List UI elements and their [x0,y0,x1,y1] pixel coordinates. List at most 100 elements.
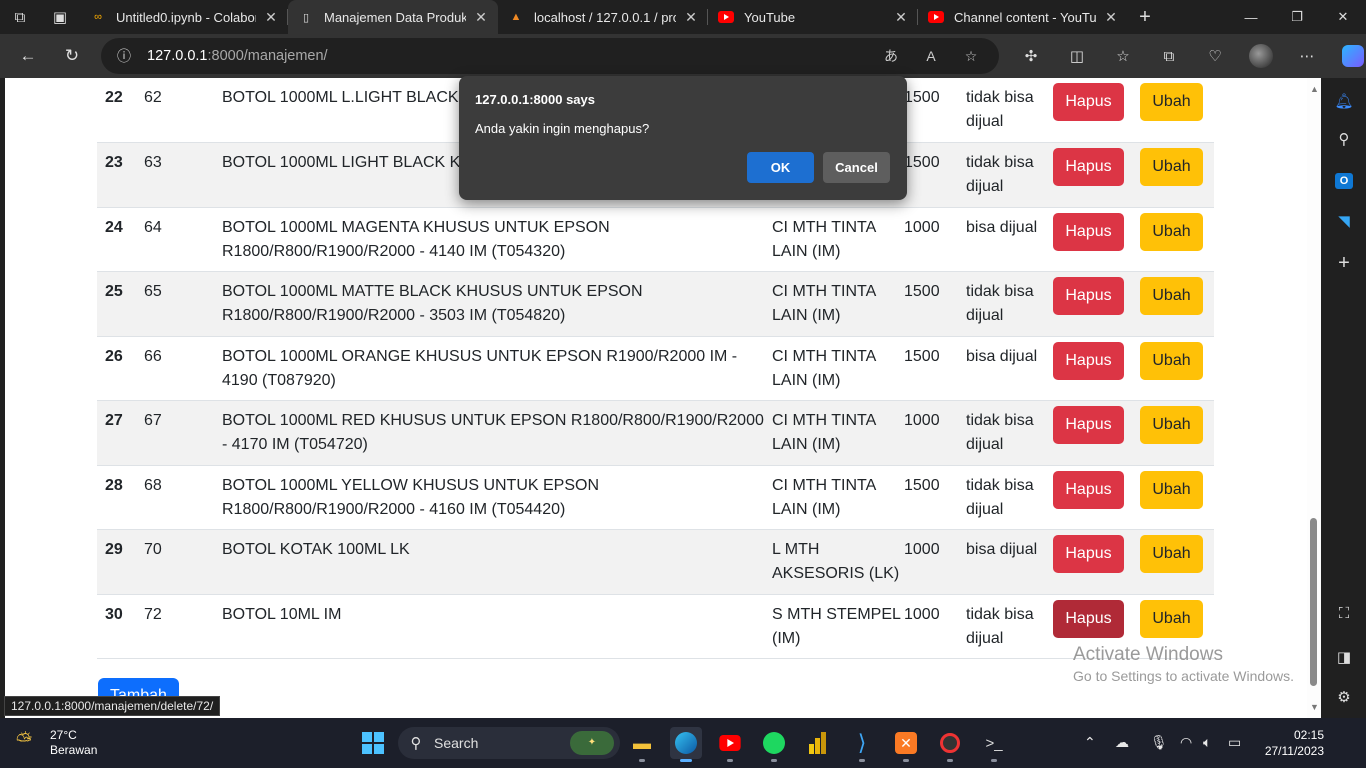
ubah-button[interactable]: Ubah [1140,470,1203,509]
profile-avatar[interactable] [1238,38,1284,74]
action-cell: Hapus [1053,271,1140,337]
xampp-icon[interactable]: ✕ [890,727,922,762]
hapus-button[interactable]: Hapus [1053,83,1124,121]
hapus-button[interactable]: Hapus [1053,534,1124,573]
ubah-button[interactable]: Ubah [1140,83,1203,121]
ubah-button[interactable]: Ubah [1140,599,1203,638]
collections-icon[interactable]: ⧉ [1146,38,1192,74]
copilot-icon[interactable] [1330,38,1366,74]
ubah-button[interactable]: Ubah [1140,534,1203,573]
close-icon[interactable]: ✕ [1102,9,1120,26]
hapus-button[interactable]: Hapus [1053,276,1124,315]
extensions-icon[interactable]: ✣ [1008,38,1054,74]
restore-icon[interactable]: ❐ [1274,0,1320,34]
power-bi-icon[interactable] [802,727,834,759]
tab-actions-icon[interactable]: ▣ [40,0,80,34]
tray-overflow-icon[interactable]: ⌃ [1084,734,1096,751]
product-price: 1000 [904,594,966,659]
close-icon[interactable]: ✕ [892,9,910,26]
product-code: 67 [143,400,222,466]
close-icon[interactable]: ✕ [262,9,280,26]
hapus-button[interactable]: Hapus [1053,212,1124,251]
weather-desc: Berawan [50,743,98,757]
ubah-button[interactable]: Ubah [1140,341,1203,380]
favorites-icon[interactable]: ☆ [1100,38,1146,74]
battery-icon[interactable]: ▭ [1228,734,1241,751]
tab-manajemen[interactable]: ▯ Manajemen Data Produk ✕ [288,0,498,34]
bell-icon[interactable]: 🔔︎ [1333,90,1355,112]
tab-phpmyadmin[interactable]: ▲ localhost / 127.0.0.1 / produk ✕ [498,0,708,34]
dialog-message: Anda yakin ingin menghapus? [475,121,650,136]
product-price: 1500 [904,271,966,337]
weather-widget[interactable]: ⛅︎ 27°C Berawan [16,728,97,758]
hapus-button[interactable]: Hapus [1053,470,1124,509]
translate-icon[interactable]: あ [871,46,911,66]
drop-icon[interactable]: ◥ [1333,210,1355,232]
ubah-button[interactable]: Ubah [1140,212,1203,251]
add-sidebar-app-icon[interactable]: + [1333,252,1355,274]
table-row: 26 66 BOTOL 1000ML ORANGE KHUSUS UNTUK EPS… [97,336,1214,401]
row-number: 30 [97,594,143,659]
refresh-icon[interactable]: ↻ [52,38,92,74]
site-info-icon[interactable]: ⓘ [101,46,147,66]
product-status: bisa dijual [966,336,1053,401]
scrollbar-thumb[interactable] [1310,518,1317,686]
hapus-button[interactable]: Hapus [1053,147,1124,186]
volume-icon[interactable]: 🔈︎ [1203,734,1211,751]
window-close-icon[interactable]: ✕ [1320,0,1366,34]
youtube-app-icon[interactable] [714,727,746,762]
scroll-down-icon[interactable]: ▼ [1310,702,1319,712]
search-icon[interactable]: ⚲ [1333,128,1355,150]
weather-temp: 27°C [50,728,77,742]
hapus-button[interactable]: Hapus [1053,341,1124,380]
back-icon[interactable]: ← [8,38,48,74]
ubah-button[interactable]: Ubah [1140,405,1203,444]
ubah-button[interactable]: Ubah [1140,147,1203,186]
screenshot-icon[interactable]: ⛶ [1333,602,1355,624]
action-cell: Hapus [1053,207,1140,272]
clock[interactable]: 02:15 27/11/2023 [1258,727,1324,759]
hapus-button[interactable]: Hapus [1053,599,1124,638]
address-bar[interactable]: ⓘ 127.0.0.1:8000/manajemen/ あ A ☆ [101,38,999,74]
product-name: BOTOL KOTAK 100ML LK [222,529,772,595]
taskbar-search[interactable]: ⚲ Search ✦ [398,727,620,759]
hapus-button[interactable]: Hapus [1053,405,1124,444]
ubah-button[interactable]: Ubah [1140,276,1203,315]
tab-youtube[interactable]: YouTube ✕ [708,0,918,34]
split-screen-icon[interactable]: ◫ [1054,38,1100,74]
screen-recorder-icon[interactable] [934,727,966,762]
edge-browser-icon[interactable] [670,727,702,762]
new-tab-button[interactable]: + [1128,0,1162,34]
more-menu-icon[interactable]: ⋯ [1284,38,1330,74]
page-scrollbar[interactable]: ▲ ▼ [1307,78,1321,718]
read-aloud-icon[interactable]: A [911,48,951,64]
hide-sidebar-icon[interactable]: ◨ [1333,646,1355,668]
onedrive-icon[interactable]: ☁ [1115,734,1129,751]
row-number: 26 [97,336,143,401]
page-icon: ▯ [302,11,310,24]
spotify-icon[interactable] [758,727,790,762]
microphone-icon[interactable]: 🎙︎ [1150,734,1168,751]
close-icon[interactable]: ✕ [682,9,700,26]
workspaces-icon[interactable]: ⧉ [0,0,40,34]
wifi-icon[interactable]: ◠ [1180,734,1192,751]
ok-button[interactable]: OK [747,152,814,183]
close-icon[interactable]: ✕ [472,9,490,26]
file-explorer-icon[interactable]: ▬ [626,727,658,762]
tab-youtube-studio[interactable]: Channel content - YouTube Studio ✕ [918,0,1128,34]
vscode-icon[interactable]: ⟩ [846,727,878,762]
minimize-icon[interactable]: — [1228,0,1274,34]
table-row: 25 65 BOTOL 1000ML MATTE BLACK KHUSUS UNTU… [97,271,1214,337]
outlook-icon[interactable]: O [1333,170,1355,192]
performance-icon[interactable]: ♡ [1192,38,1238,74]
product-code: 64 [143,207,222,272]
terminal-icon[interactable]: >_ [978,727,1010,762]
start-icon[interactable] [357,727,389,759]
cancel-button[interactable]: Cancel [823,152,890,183]
scroll-up-icon[interactable]: ▲ [1310,84,1319,94]
product-category: L MTH AKSESORIS (LK) [772,529,904,595]
tab-colab[interactable]: ∞ Untitled0.ipynb - Colaboratory ✕ [80,0,288,34]
favorite-star-icon[interactable]: ☆ [951,48,991,65]
sidebar-settings-icon[interactable]: ⚙ [1333,686,1355,708]
product-price: 1500 [904,465,966,530]
